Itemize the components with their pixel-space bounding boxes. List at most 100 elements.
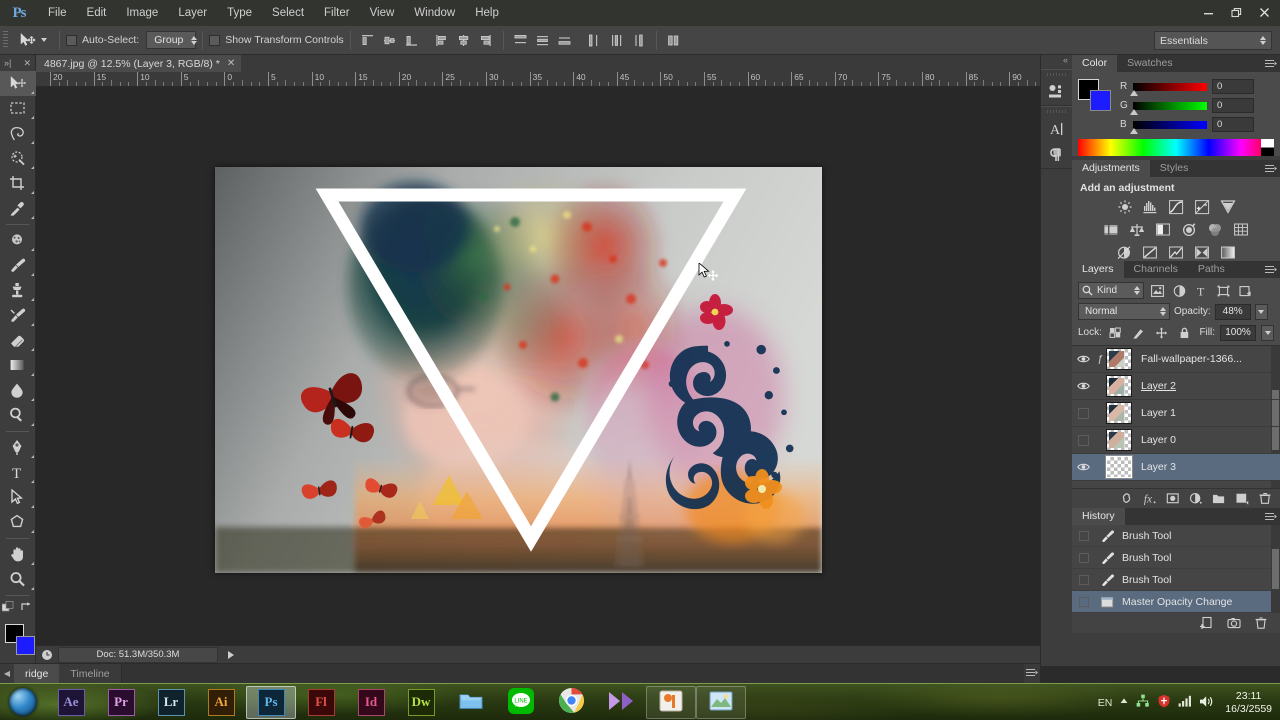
history-state-list[interactable]: Brush Tool Brush Tool Brush Tool Master Opa…: [1072, 525, 1280, 613]
panel-menu-icon[interactable]: [1024, 668, 1040, 680]
taskbar-indesign[interactable]: Id: [346, 686, 396, 719]
color-spectrum-ramp[interactable]: [1078, 139, 1274, 156]
levels-icon[interactable]: [1139, 197, 1161, 216]
language-indicator[interactable]: EN: [1098, 697, 1113, 709]
document-size-field[interactable]: Doc: 51.3M/350.3M: [58, 646, 218, 663]
layer-row[interactable]: Layer 3: [1072, 454, 1280, 481]
align-bottom-edges-button[interactable]: [401, 30, 423, 50]
menu-help[interactable]: Help: [465, 0, 509, 26]
brightness-contrast-icon[interactable]: [1113, 197, 1135, 216]
layer-visibility-off-box[interactable]: [1077, 434, 1089, 446]
align-left-edges-button[interactable]: [431, 30, 453, 50]
zoom-tool[interactable]: [0, 567, 36, 592]
color-panel-swatches[interactable]: [1078, 79, 1112, 111]
crop-tool[interactable]: [0, 171, 36, 196]
workspace-switcher[interactable]: Essentials: [1154, 31, 1272, 50]
color-swatches[interactable]: [0, 621, 36, 663]
layer-visibility-toggle[interactable]: [1072, 400, 1094, 427]
history-snapshot-toggle[interactable]: [1072, 574, 1096, 585]
new-snapshot-icon[interactable]: [1227, 615, 1241, 631]
taskbar-line-app-icon[interactable]: LINE: [496, 686, 546, 719]
color-lookup-icon[interactable]: [1230, 220, 1252, 239]
layer-thumbnail[interactable]: [1106, 402, 1132, 424]
show-hidden-icons-arrow[interactable]: [1119, 696, 1129, 709]
spot-healing-brush-tool[interactable]: [0, 228, 36, 253]
taskbar-dreamweaver[interactable]: Dw: [396, 686, 446, 719]
opacity-slider-toggle[interactable]: [1254, 303, 1268, 320]
history-snapshot-toggle[interactable]: [1072, 530, 1096, 541]
layer-thumbnail[interactable]: [1106, 348, 1132, 370]
threshold-icon[interactable]: [1165, 243, 1187, 262]
slider-thumb[interactable]: [1130, 108, 1138, 115]
status-clock-icon[interactable]: [36, 647, 58, 663]
tools-expand-icon[interactable]: »|: [4, 58, 11, 68]
menu-window[interactable]: Window: [404, 0, 465, 26]
horizontal-ruler[interactable]: 20 15 10 5 0 5 10 15 20 25 30 35 40 45 50 55 60 65 70 75 80 8…: [36, 72, 1040, 87]
new-adjustment-layer-icon[interactable]: [1189, 491, 1203, 507]
menu-type[interactable]: Type: [217, 0, 262, 26]
minimize-button[interactable]: [1194, 2, 1222, 22]
options-bar-grip[interactable]: [0, 25, 10, 55]
layer-visibility-toggle[interactable]: [1072, 427, 1094, 454]
layer-visibility-off-box[interactable]: [1077, 407, 1089, 419]
panel-menu-icon[interactable]: [1265, 265, 1277, 274]
swap-colors-icon[interactable]: [20, 601, 33, 617]
menu-filter[interactable]: Filter: [314, 0, 360, 26]
menu-file[interactable]: File: [38, 0, 77, 26]
network-share-icon[interactable]: [1136, 694, 1150, 711]
layer-list[interactable]: ƒ Fall-wallpaper-1366... Layer 2 Layer 1 Lay…: [1072, 345, 1280, 488]
default-colors-icon[interactable]: [1, 601, 15, 617]
black-white-icon[interactable]: [1152, 220, 1174, 239]
lock-transparent-pixels-icon[interactable]: [1107, 324, 1125, 341]
curves-icon[interactable]: [1165, 197, 1187, 216]
clone-stamp-tool[interactable]: [0, 278, 36, 303]
taskbar-after-effects[interactable]: Ae: [46, 686, 96, 719]
channel-slider[interactable]: [1130, 101, 1207, 115]
invert-icon[interactable]: [1113, 243, 1135, 262]
slider-thumb[interactable]: [1130, 89, 1138, 96]
align-top-edges-button[interactable]: [357, 30, 379, 50]
horizontal-type-tool[interactable]: T: [0, 460, 36, 485]
filter-smart-object-icon[interactable]: [1236, 282, 1254, 299]
distribute-bottom-edges-button[interactable]: [554, 30, 576, 50]
menu-layer[interactable]: Layer: [168, 0, 217, 26]
add-layer-mask-icon[interactable]: [1166, 491, 1180, 507]
blur-tool[interactable]: [0, 378, 36, 403]
show-transform-controls-checkbox[interactable]: [209, 34, 221, 46]
color-panel-tab-swatches[interactable]: Swatches: [1117, 55, 1183, 72]
rail-drag-handle[interactable]: [1041, 70, 1072, 79]
menu-view[interactable]: View: [360, 0, 405, 26]
paragraph-panel-icon[interactable]: [1041, 142, 1073, 168]
layer-visibility-toggle[interactable]: [1072, 454, 1094, 481]
menu-edit[interactable]: Edit: [77, 0, 117, 26]
layers-panel-tab-channels[interactable]: Channels: [1124, 261, 1188, 278]
taskbar-folder-icon[interactable]: [446, 686, 496, 719]
lock-all-icon[interactable]: [1176, 324, 1194, 341]
auto-align-layers-button[interactable]: [663, 30, 685, 50]
distribute-horizontal-centers-button[interactable]: [606, 30, 628, 50]
background-color-swatch[interactable]: [1090, 90, 1111, 111]
gradient-map-icon[interactable]: [1217, 243, 1239, 262]
character-panel-icon[interactable]: A: [1041, 116, 1073, 142]
lock-position-icon[interactable]: [1153, 324, 1171, 341]
collapse-to-icons-icon[interactable]: «: [1041, 55, 1072, 69]
layers-panel-tab-paths[interactable]: Paths: [1188, 261, 1235, 278]
layer-visibility-toggle[interactable]: [1072, 373, 1094, 400]
channel-value[interactable]: 0: [1212, 79, 1254, 94]
distribute-vertical-centers-button[interactable]: [532, 30, 554, 50]
vibrance-icon[interactable]: [1217, 197, 1239, 216]
layer-row[interactable]: ƒ Fall-wallpaper-1366...: [1072, 346, 1280, 373]
layer-thumbnail[interactable]: [1106, 429, 1132, 451]
layer-row[interactable]: Layer 1: [1072, 400, 1280, 427]
path-selection-tool[interactable]: [0, 485, 36, 510]
move-tool[interactable]: [0, 71, 36, 96]
layer-thumbnail[interactable]: [1106, 375, 1132, 397]
history-scrollbar[interactable]: [1271, 525, 1280, 613]
color-balance-icon[interactable]: [1126, 220, 1148, 239]
history-state-row[interactable]: Brush Tool: [1072, 525, 1280, 547]
filter-pixel-icon[interactable]: [1148, 282, 1166, 299]
rail-drag-handle-2[interactable]: [1041, 107, 1072, 116]
history-panel-tab-history[interactable]: History: [1072, 508, 1125, 525]
bottom-tab-timeline[interactable]: Timeline: [59, 664, 120, 684]
panel-menu-icon[interactable]: [1265, 512, 1277, 521]
